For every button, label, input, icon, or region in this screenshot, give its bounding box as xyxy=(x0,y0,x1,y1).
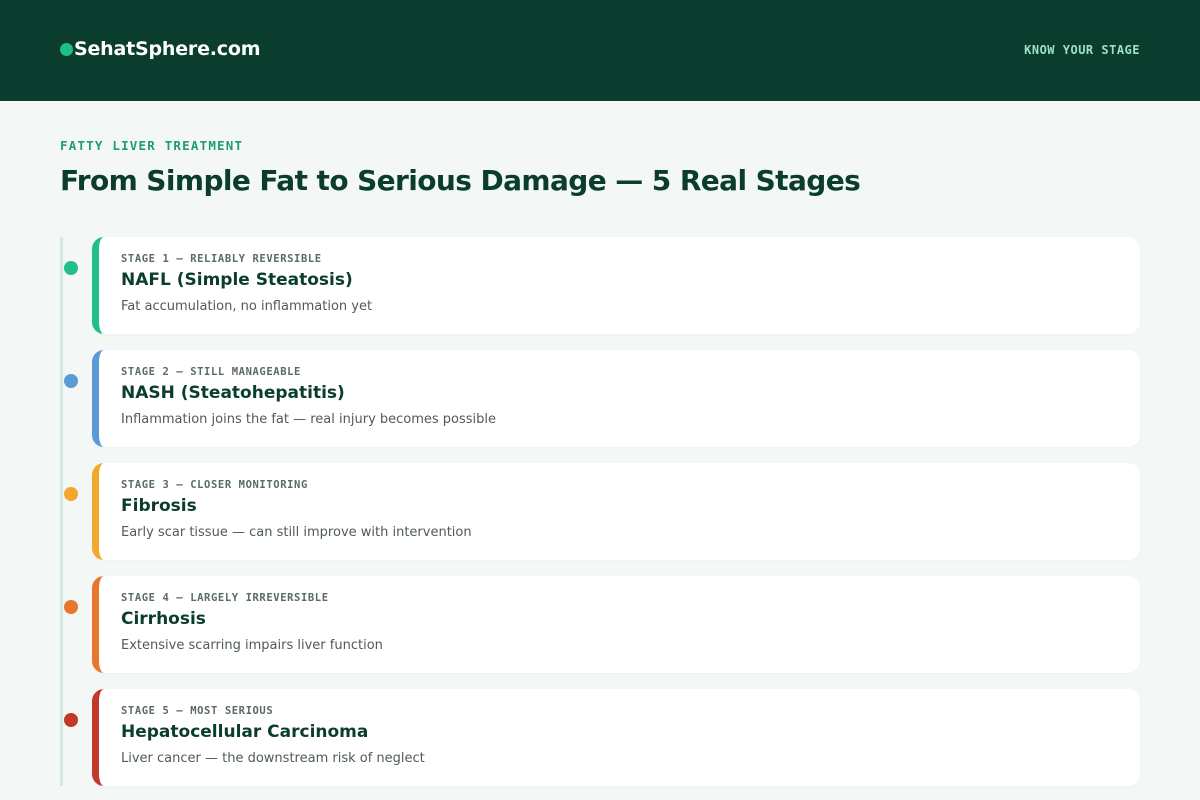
stage-title: Cirrhosis xyxy=(121,609,206,629)
brand-logo[interactable]: SehatSphere.com xyxy=(60,38,260,60)
stage-tag: STAGE 3 — CLOSER MONITORING xyxy=(121,479,308,491)
stage-tag: STAGE 5 — MOST SERIOUS xyxy=(121,705,274,717)
timeline-dot-stage-1 xyxy=(64,261,78,275)
stage-card-3: STAGE 3 — CLOSER MONITORING Fibrosis Ear… xyxy=(92,463,1140,560)
stage-card-5: STAGE 5 — MOST SERIOUS Hepatocellular Ca… xyxy=(92,689,1140,786)
stage-card-1: STAGE 1 — RELIABLY REVERSIBLE NAFL (Simp… xyxy=(92,237,1140,334)
stage-description: Early scar tissue — can still improve wi… xyxy=(121,525,472,540)
stage-tag: STAGE 2 — STILL MANAGEABLE xyxy=(121,366,301,378)
stage-tag: STAGE 4 — LARGELY IRREVERSIBLE xyxy=(121,592,329,604)
stage-title: Hepatocellular Carcinoma xyxy=(121,722,369,742)
timeline-dot-stage-2 xyxy=(64,374,78,388)
stage-title: NASH (Steatohepatitis) xyxy=(121,383,345,403)
stage-card-2: STAGE 2 — STILL MANAGEABLE NASH (Steatoh… xyxy=(92,350,1140,447)
brand-dot-icon xyxy=(60,42,73,56)
site-header: SehatSphere.com KNOW YOUR STAGE xyxy=(0,0,1200,101)
section-eyebrow: FATTY LIVER TREATMENT xyxy=(60,138,244,153)
stage-description: Extensive scarring impairs liver functio… xyxy=(121,638,383,653)
stage-tag: STAGE 1 — RELIABLY REVERSIBLE xyxy=(121,253,322,265)
timeline-dot-stage-3 xyxy=(64,487,78,501)
brand-name: SehatSphere.com xyxy=(74,38,261,60)
stage-description: Liver cancer — the downstream risk of ne… xyxy=(121,751,425,766)
timeline-dot-stage-5 xyxy=(64,713,78,727)
stage-title: Fibrosis xyxy=(121,496,197,516)
page-title: From Simple Fat to Serious Damage — 5 Re… xyxy=(60,164,861,197)
stage-description: Inflammation joins the fat — real injury… xyxy=(121,412,497,427)
timeline-line xyxy=(60,237,63,786)
stage-card-4: STAGE 4 — LARGELY IRREVERSIBLE Cirrhosis… xyxy=(92,576,1140,673)
timeline-dot-stage-4 xyxy=(64,600,78,614)
nav-know-your-stage-link[interactable]: KNOW YOUR STAGE xyxy=(1024,43,1140,57)
stage-description: Fat accumulation, no inflammation yet xyxy=(121,299,373,314)
stage-title: NAFL (Simple Steatosis) xyxy=(121,270,353,290)
